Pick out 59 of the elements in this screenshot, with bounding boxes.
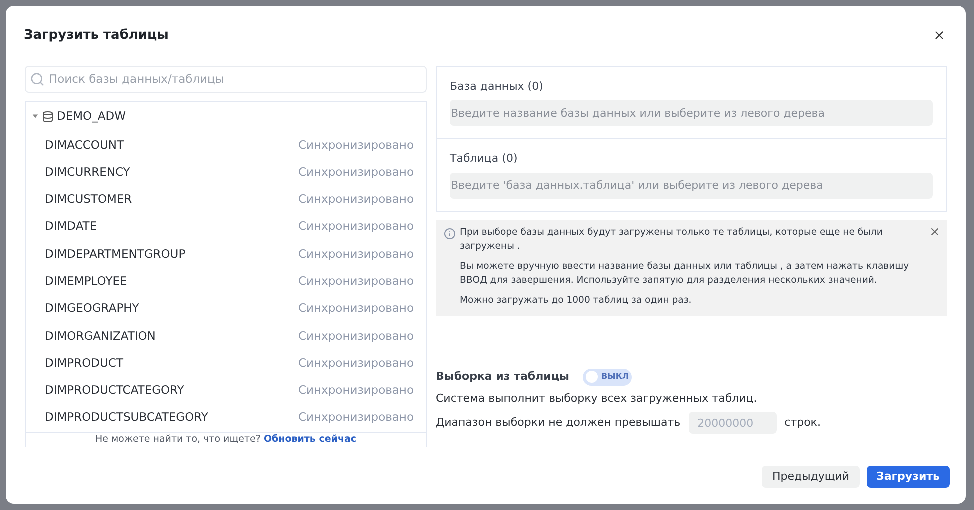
table-row[interactable]: DIMORGANIZATION Синхронизировано (26, 322, 426, 350)
info-text: Вы можете вручную ввести название базы данных или таблицы , а затем нажать клавишу ВВОД для завершения. Используйте запятую для разделения нескольких значений. (460, 260, 910, 288)
sync-status: Синхронизировано (298, 136, 414, 154)
info-icon (444, 228, 456, 240)
table-name: DIMORGANIZATION (45, 328, 156, 345)
field-label: База данных (0) (450, 78, 544, 94)
database-icon (42, 110, 54, 122)
table-row[interactable]: DIMCUSTOMER Синхронизировано (26, 186, 426, 214)
table-row[interactable]: DIMDATE Синхронизировано (26, 213, 426, 241)
table-name: DIMPRODUCTSUBCATEGORY (45, 409, 208, 426)
toggle-switch[interactable]: ВЫКЛ (583, 368, 632, 386)
table-name: DIMPRODUCT (45, 354, 124, 372)
dialog-title: Загрузить таблицы (24, 27, 169, 45)
field-label: Таблица (0) (450, 151, 519, 167)
sync-status: Синхронизировано (298, 328, 414, 345)
sync-status: Синхронизировано (298, 191, 414, 208)
range-unit: строк. (784, 414, 821, 431)
table-name: DIMDEPARTMENTGROUP (45, 246, 186, 263)
sampling-description: Система выполнит выборку всех загруженных таблиц. (436, 390, 758, 406)
table-name: DIMCURRENCY (45, 164, 130, 181)
table-row[interactable]: DIMDEPARTMENTGROUP Синхронизировано (26, 240, 426, 268)
table-row[interactable]: DIMACCOUNT Синхронизировано (26, 132, 426, 159)
search-field[interactable]: Поиск базы данных/таблицы (25, 66, 427, 92)
sync-status: Синхронизировано (298, 218, 414, 236)
table-row[interactable]: DIMEMPLOYEE Синхронизировано (26, 268, 426, 296)
upload-button[interactable]: Загрузить (866, 466, 950, 488)
table-row[interactable]: DIMPRODUCT Синхронизировано (26, 350, 426, 378)
table-row[interactable]: DIMCURRENCY Синхронизировано (26, 158, 426, 186)
sync-status: Синхронизировано (298, 354, 414, 372)
table-name: DIMACCOUNT (45, 136, 124, 154)
refresh-link[interactable]: Обновить сейчас (264, 432, 357, 447)
table-row[interactable]: DIMPRODUCTCATEGORY Синхронизировано (26, 377, 426, 404)
range-text: Диапазон выборки не должен превышать (436, 414, 681, 431)
previous-button[interactable]: Предыдущий (762, 466, 860, 488)
sync-status: Синхронизировано (298, 164, 414, 181)
info-text: При выборе базы данных будут загружены только те таблицы, которые еще не были загружены . (460, 226, 884, 254)
table-name: DIMPRODUCTCATEGORY (45, 382, 184, 400)
sync-status: Синхронизировано (298, 246, 414, 263)
table-name: DIMCUSTOMER (45, 191, 132, 208)
sync-status: Синхронизировано (298, 409, 414, 426)
row-limit-field[interactable]: 20000000 (688, 412, 777, 434)
table-row[interactable]: DIMPRODUCTSUBCATEGORY Синхронизировано (26, 404, 426, 432)
table-row[interactable]: DIMGEOGRAPHY Синхронизировано (26, 295, 426, 323)
tree-node[interactable]: DEMO_ADW (26, 102, 426, 132)
table-name: DIMDATE (45, 218, 98, 236)
info-text: Можно загружать до 1000 таблиц за один раз. (460, 294, 693, 308)
sync-status: Синхронизировано (298, 300, 414, 318)
table-name: DIMEMPLOYEE (45, 273, 128, 290)
input-field[interactable]: Введите название базы данных или выберите из левого дерева (450, 100, 933, 126)
search-icon (30, 72, 45, 86)
sampling-label: Выборка из таблицы (436, 368, 570, 385)
close-icon (929, 226, 941, 238)
sync-status: Синхронизировано (298, 382, 414, 400)
sync-status: Синхронизировано (298, 273, 414, 290)
database-name: DEMO_ADW (57, 108, 126, 125)
close-icon (932, 29, 946, 42)
not-found-text: Не можете найти то, что ищете? (95, 432, 261, 447)
input-field[interactable]: Введите 'база данных.таблица' или выберите из левого дерева (450, 172, 933, 198)
table-name: DIMGEOGRAPHY (45, 300, 140, 318)
